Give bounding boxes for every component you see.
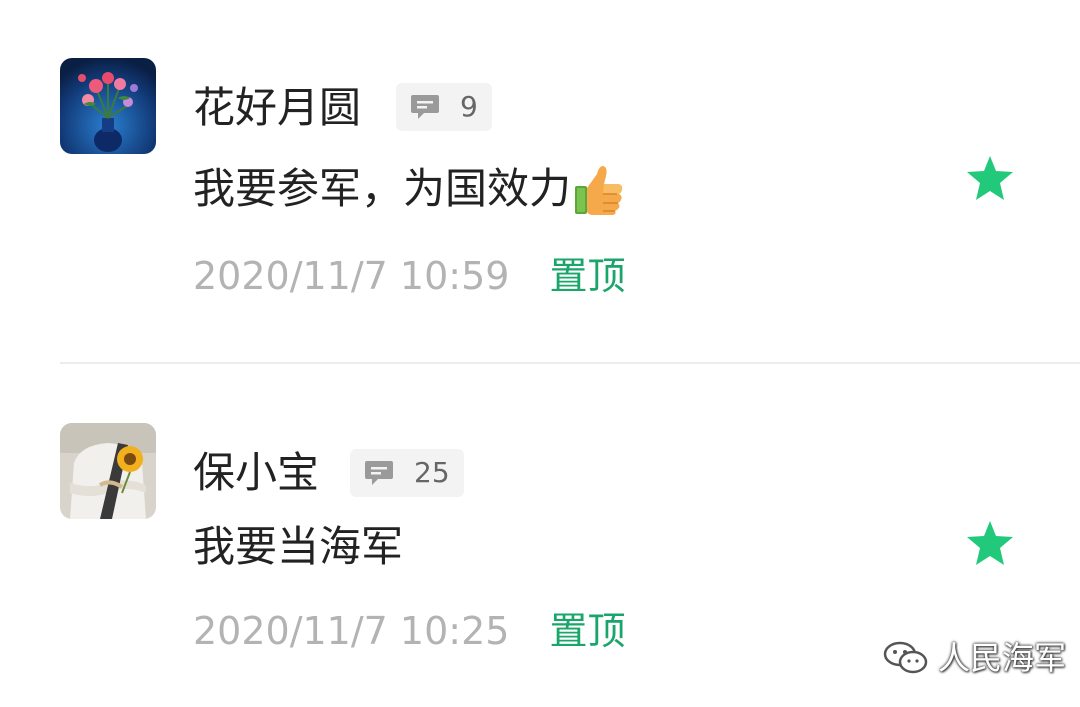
wechat-icon [882, 640, 930, 676]
reply-count-badge[interactable]: 25 [350, 449, 464, 497]
star-icon[interactable] [965, 154, 1015, 202]
comment-text: 我要当海军 [193, 522, 404, 571]
pin-button[interactable]: 置顶 [549, 257, 625, 295]
avatar[interactable] [60, 58, 156, 154]
user-name[interactable]: 花好月圆 [193, 87, 361, 129]
timestamp: 2020/11/7 10:25 [193, 609, 510, 653]
reply-count-badge[interactable]: 9 [396, 83, 492, 131]
comment-text: 我要参军，为国效力 [193, 164, 572, 213]
comment-icon [410, 93, 440, 121]
watermark: 人民海军 [882, 640, 1066, 676]
timestamp: 2020/11/7 10:59 [193, 254, 510, 298]
comment-content: 我要参军，为国效力 [193, 162, 625, 216]
watermark-text: 人民海军 [938, 639, 1067, 677]
reply-count: 25 [414, 456, 450, 489]
comment-icon [364, 459, 394, 487]
star-icon[interactable] [965, 519, 1015, 567]
comment-meta: 2020/11/7 10:25 置顶 [193, 612, 625, 650]
comment-meta: 2020/11/7 10:59 置顶 [193, 257, 625, 295]
thumbs-up-icon [573, 162, 625, 216]
divider [60, 362, 1080, 364]
reply-count: 9 [460, 90, 478, 123]
comment-content: 我要当海军 [193, 526, 403, 568]
pin-button[interactable]: 置顶 [549, 612, 625, 650]
user-name[interactable]: 保小宝 [193, 452, 319, 494]
avatar[interactable] [60, 423, 156, 519]
